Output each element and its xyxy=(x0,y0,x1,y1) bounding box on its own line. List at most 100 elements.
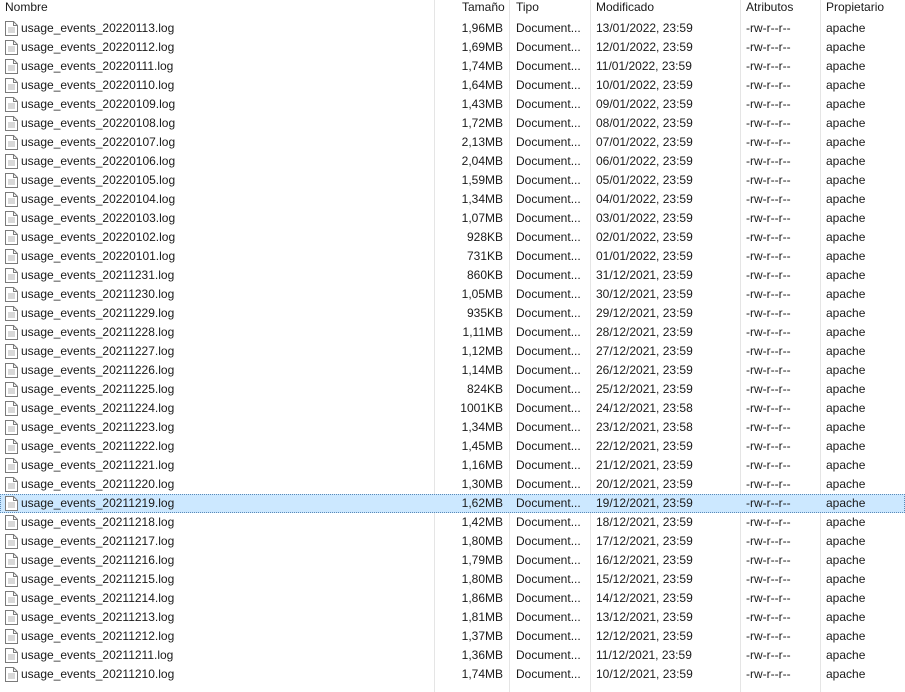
file-attributes: -rw-r--r-- xyxy=(746,211,791,225)
file-size: 1,43MB xyxy=(461,97,503,111)
file-attributes: -rw-r--r-- xyxy=(746,458,791,472)
file-size: 1,14MB xyxy=(461,363,503,377)
file-name: usage_events_20211211.log xyxy=(21,648,174,662)
file-attributes: -rw-r--r-- xyxy=(746,230,791,244)
file-size: 860KB xyxy=(466,268,503,282)
file-size: 1,05MB xyxy=(461,287,503,301)
file-row[interactable]: usage_events_20211226.log 1,14MB Document.… xyxy=(0,361,905,380)
column-header-owner[interactable]: Propietario xyxy=(826,0,884,19)
file-size: 1,69MB xyxy=(461,40,503,54)
file-type: Document... xyxy=(516,97,581,111)
file-row[interactable]: usage_events_20220111.log 1,74MB Document.… xyxy=(0,57,905,76)
file-owner: apache xyxy=(826,78,866,92)
column-header-type[interactable]: Tipo xyxy=(516,0,539,19)
file-size: 1,59MB xyxy=(461,173,503,187)
file-type: Document... xyxy=(516,154,581,168)
file-row[interactable]: usage_events_20220112.log 1,69MB Document.… xyxy=(0,38,905,57)
file-row[interactable]: usage_events_20211222.log 1,45MB Document.… xyxy=(0,437,905,456)
file-size: 1,74MB xyxy=(461,667,503,681)
file-modified: 31/12/2021, 23:59 xyxy=(596,268,693,282)
file-owner: apache xyxy=(826,306,866,320)
file-name: usage_events_20211210.log xyxy=(21,667,175,681)
file-type: Document... xyxy=(516,534,581,548)
file-modified: 18/12/2021, 23:59 xyxy=(596,515,693,529)
file-type: Document... xyxy=(516,344,581,358)
file-owner: apache xyxy=(826,534,866,548)
file-row[interactable]: usage_events_20211217.log 1,80MB Document.… xyxy=(0,532,905,551)
document-file-icon xyxy=(5,59,18,74)
file-attributes: -rw-r--r-- xyxy=(746,363,791,377)
file-row[interactable]: usage_events_20211219.log 1,62MB Document.… xyxy=(0,494,905,513)
file-name: usage_events_20211214.log xyxy=(21,591,175,605)
file-owner: apache xyxy=(826,40,866,54)
file-modified: 26/12/2021, 23:59 xyxy=(596,363,693,377)
file-type: Document... xyxy=(516,363,581,377)
file-row[interactable]: usage_events_20220107.log 2,13MB Document.… xyxy=(0,133,905,152)
file-modified: 04/01/2022, 23:59 xyxy=(596,192,693,206)
column-header-attributes[interactable]: Atributos xyxy=(746,0,793,19)
file-name: usage_events_20211219.log xyxy=(21,496,175,510)
file-attributes: -rw-r--r-- xyxy=(746,116,791,130)
column-header-modified[interactable]: Modificado xyxy=(596,0,654,19)
file-row[interactable]: usage_events_20220109.log 1,43MB Document.… xyxy=(0,95,905,114)
file-row[interactable]: usage_events_20211215.log 1,80MB Document.… xyxy=(0,570,905,589)
file-row[interactable]: usage_events_20220113.log 1,96MB Document.… xyxy=(0,19,905,38)
file-row[interactable]: usage_events_20211211.log 1,36MB Document.… xyxy=(0,646,905,665)
file-type: Document... xyxy=(516,21,581,35)
file-type: Document... xyxy=(516,553,581,567)
file-row[interactable]: usage_events_20211221.log 1,16MB Document.… xyxy=(0,456,905,475)
file-modified: 24/12/2021, 23:58 xyxy=(596,401,693,415)
file-owner: apache xyxy=(826,477,866,491)
file-type: Document... xyxy=(516,439,581,453)
file-row[interactable]: usage_events_20211225.log 824KB Document..… xyxy=(0,380,905,399)
file-row[interactable]: usage_events_20211231.log 860KB Document..… xyxy=(0,266,905,285)
file-row[interactable]: usage_events_20211214.log 1,86MB Document.… xyxy=(0,589,905,608)
file-row[interactable]: usage_events_20220110.log 1,64MB Document.… xyxy=(0,76,905,95)
file-size: 1,72MB xyxy=(461,116,503,130)
file-owner: apache xyxy=(826,59,866,73)
file-name: usage_events_20220111.log xyxy=(21,59,174,73)
file-row[interactable]: usage_events_20220103.log 1,07MB Document.… xyxy=(0,209,905,228)
file-row[interactable]: usage_events_20211229.log 935KB Document..… xyxy=(0,304,905,323)
file-size: 928KB xyxy=(466,230,503,244)
document-file-icon xyxy=(5,496,18,511)
document-file-icon xyxy=(5,382,18,397)
file-row[interactable]: usage_events_20220105.log 1,59MB Document.… xyxy=(0,171,905,190)
file-owner: apache xyxy=(826,116,866,130)
file-row[interactable]: usage_events_20220102.log 928KB Document..… xyxy=(0,228,905,247)
file-modified: 13/01/2022, 23:59 xyxy=(596,21,693,35)
file-row[interactable]: usage_events_20211228.log 1,11MB Document.… xyxy=(0,323,905,342)
file-row[interactable]: usage_events_20211210.log 1,74MB Document.… xyxy=(0,665,905,684)
file-name: usage_events_20211231.log xyxy=(21,268,175,282)
file-modified: 12/01/2022, 23:59 xyxy=(596,40,693,54)
file-row[interactable]: usage_events_20211223.log 1,34MB Document.… xyxy=(0,418,905,437)
document-file-icon xyxy=(5,116,18,131)
file-row[interactable]: usage_events_20220106.log 2,04MB Document.… xyxy=(0,152,905,171)
file-attributes: -rw-r--r-- xyxy=(746,192,791,206)
file-row[interactable]: usage_events_20211227.log 1,12MB Document.… xyxy=(0,342,905,361)
document-file-icon xyxy=(5,135,18,150)
file-size: 1,07MB xyxy=(461,211,503,225)
document-file-icon xyxy=(5,534,18,549)
file-row[interactable]: usage_events_20211212.log 1,37MB Document.… xyxy=(0,627,905,646)
file-attributes: -rw-r--r-- xyxy=(746,382,791,396)
file-row[interactable]: usage_events_20220101.log 731KB Document..… xyxy=(0,247,905,266)
file-modified: 21/12/2021, 23:59 xyxy=(596,458,693,472)
column-header-size[interactable]: Tamaño xyxy=(462,0,505,19)
file-row[interactable]: usage_events_20220108.log 1,72MB Document.… xyxy=(0,114,905,133)
file-row[interactable]: usage_events_20211220.log 1,30MB Document.… xyxy=(0,475,905,494)
file-row[interactable]: usage_events_20211224.log 1001KB Document.… xyxy=(0,399,905,418)
document-file-icon xyxy=(5,629,18,644)
file-row[interactable]: usage_events_20220104.log 1,34MB Document.… xyxy=(0,190,905,209)
file-size: 1,37MB xyxy=(461,629,503,643)
file-type: Document... xyxy=(516,496,581,510)
file-attributes: -rw-r--r-- xyxy=(746,249,791,263)
column-header-name[interactable]: Nombre xyxy=(5,0,48,19)
document-file-icon xyxy=(5,648,18,663)
file-size: 1,80MB xyxy=(461,534,503,548)
file-row[interactable]: usage_events_20211213.log 1,81MB Document.… xyxy=(0,608,905,627)
file-attributes: -rw-r--r-- xyxy=(746,268,791,282)
file-row[interactable]: usage_events_20211230.log 1,05MB Document.… xyxy=(0,285,905,304)
file-row[interactable]: usage_events_20211216.log 1,79MB Document.… xyxy=(0,551,905,570)
file-row[interactable]: usage_events_20211218.log 1,42MB Document.… xyxy=(0,513,905,532)
